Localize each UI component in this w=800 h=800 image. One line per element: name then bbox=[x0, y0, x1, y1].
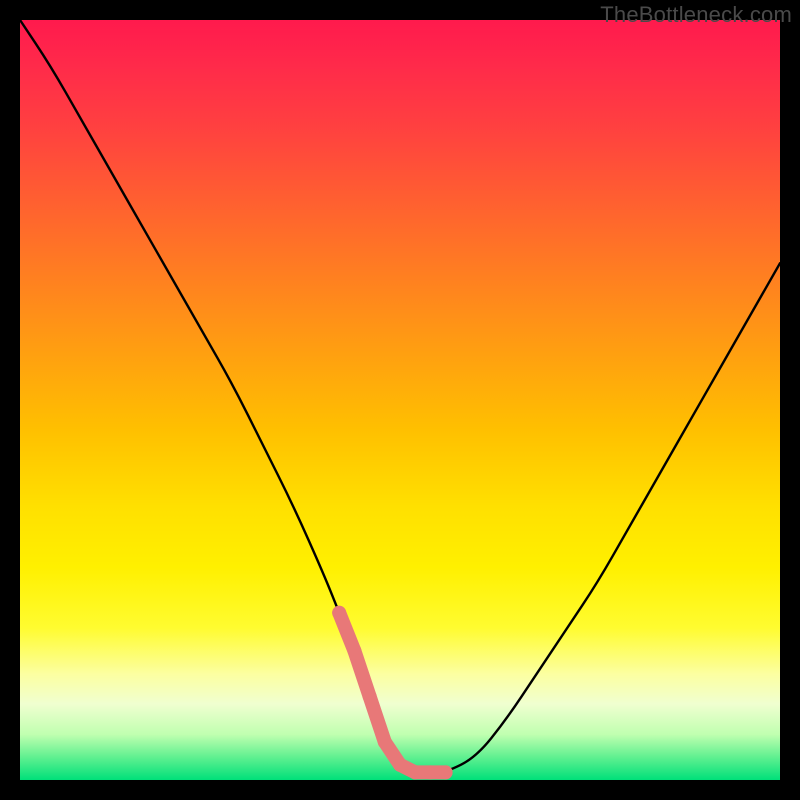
valley-marker-dot bbox=[439, 765, 453, 779]
valley-marker-dot bbox=[332, 606, 346, 620]
valley-marker-segment bbox=[354, 651, 369, 697]
valley-markers bbox=[332, 606, 452, 780]
valley-marker-segment bbox=[370, 696, 385, 742]
bottleneck-curve-line bbox=[20, 20, 780, 772]
watermark-text: TheBottleneck.com bbox=[600, 2, 792, 28]
chart-svg bbox=[20, 20, 780, 780]
